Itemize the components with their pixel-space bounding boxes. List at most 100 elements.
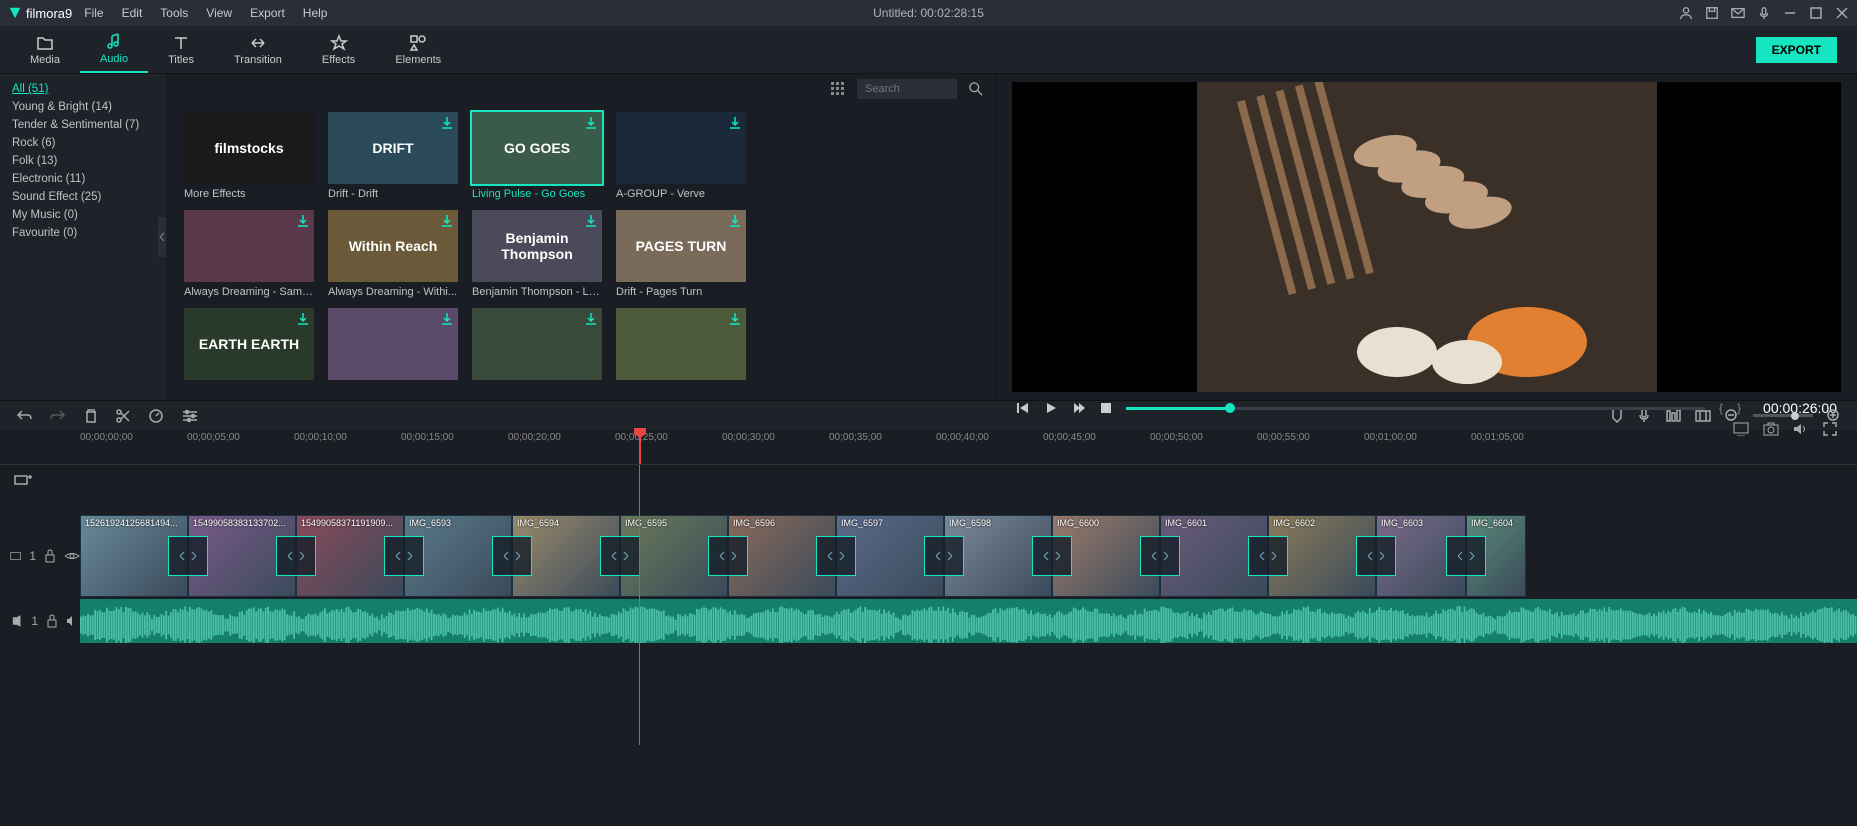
transition-marker[interactable] xyxy=(600,536,640,576)
play-button[interactable] xyxy=(1044,401,1058,415)
mixer-icon[interactable] xyxy=(1665,409,1681,423)
media-item[interactable] xyxy=(616,308,746,384)
sidebar-collapse-handle[interactable] xyxy=(158,217,166,257)
tab-audio[interactable]: Audio xyxy=(80,26,148,73)
sidebar-item[interactable]: Electronic (11) xyxy=(12,170,154,188)
project-title: Untitled: 00:02:28:15 xyxy=(873,6,984,20)
undo-icon[interactable] xyxy=(16,409,32,423)
download-icon[interactable] xyxy=(440,312,454,326)
visibility-icon[interactable] xyxy=(64,551,80,561)
media-item[interactable]: Within ReachAlways Dreaming - Withi... xyxy=(328,210,458,298)
transition-marker[interactable] xyxy=(384,536,424,576)
transition-marker[interactable] xyxy=(816,536,856,576)
grid-view-icon[interactable] xyxy=(831,82,845,96)
download-icon[interactable] xyxy=(584,214,598,228)
media-item[interactable]: A-GROUP - Verve xyxy=(616,112,746,200)
transition-marker[interactable] xyxy=(492,536,532,576)
media-item[interactable] xyxy=(328,308,458,384)
download-icon[interactable] xyxy=(728,214,742,228)
media-item[interactable]: PAGES TURNDrift - Pages Turn xyxy=(616,210,746,298)
stop-button[interactable] xyxy=(1100,402,1112,414)
sidebar-item[interactable]: My Music (0) xyxy=(12,206,154,224)
marker-icon[interactable] xyxy=(1611,408,1623,424)
media-item[interactable]: GO GOESLiving Pulse - Go Goes xyxy=(472,112,602,200)
tab-elements[interactable]: Elements xyxy=(375,26,461,73)
search-input[interactable] xyxy=(857,79,957,99)
speed-icon[interactable] xyxy=(148,408,164,424)
menu-edit[interactable]: Edit xyxy=(122,6,143,20)
media-item[interactable]: filmstocksMore Effects xyxy=(184,112,314,200)
lock-icon[interactable] xyxy=(46,614,58,628)
menu-help[interactable]: Help xyxy=(303,6,328,20)
download-icon[interactable] xyxy=(728,312,742,326)
download-icon[interactable] xyxy=(584,116,598,130)
minimize-icon[interactable] xyxy=(1783,6,1797,20)
transition-marker[interactable] xyxy=(708,536,748,576)
tab-effects[interactable]: Effects xyxy=(302,26,375,73)
media-item[interactable]: DRIFTDrift - Drift xyxy=(328,112,458,200)
adjust-icon[interactable] xyxy=(182,409,198,423)
clip-label: 15261924125681494... xyxy=(85,518,178,528)
zoom-out-icon[interactable] xyxy=(1725,409,1739,423)
audio-clip[interactable]: Living Pulse - Go Goes xyxy=(80,599,1857,643)
add-track-button[interactable] xyxy=(14,473,32,487)
sidebar-item[interactable]: Sound Effect (25) xyxy=(12,188,154,206)
delete-icon[interactable] xyxy=(84,408,98,424)
transition-marker[interactable] xyxy=(924,536,964,576)
render-icon[interactable] xyxy=(1695,410,1711,422)
tab-titles[interactable]: Titles xyxy=(148,26,214,73)
transition-marker[interactable] xyxy=(1446,536,1486,576)
transition-marker[interactable] xyxy=(1248,536,1288,576)
download-icon[interactable] xyxy=(440,116,454,130)
close-icon[interactable] xyxy=(1835,6,1849,20)
transition-marker[interactable] xyxy=(276,536,316,576)
download-icon[interactable] xyxy=(440,214,454,228)
zoom-in-icon[interactable] xyxy=(1827,409,1841,423)
timeline-ruler[interactable]: 00;00;00;0000;00;05;0000;00;10;0000;00;1… xyxy=(0,430,1857,465)
zoom-slider[interactable] xyxy=(1753,414,1813,417)
tab-transition[interactable]: Transition xyxy=(214,26,302,73)
play-forward-button[interactable] xyxy=(1072,401,1086,415)
menu-export[interactable]: Export xyxy=(250,6,285,20)
preview-progress[interactable] xyxy=(1126,407,1705,410)
media-item[interactable]: EARTH EARTH xyxy=(184,308,314,384)
sidebar-item[interactable]: Favourite (0) xyxy=(12,224,154,242)
transition-marker[interactable] xyxy=(168,536,208,576)
transition-marker[interactable] xyxy=(1140,536,1180,576)
section-tabs: MediaAudioTitlesTransition Effects Element… xyxy=(0,26,1857,74)
media-item[interactable]: Benjamin ThompsonBenjamin Thompson - Lul… xyxy=(472,210,602,298)
sidebar-item[interactable]: Tender & Sentimental (7) xyxy=(12,116,154,134)
user-icon[interactable] xyxy=(1679,6,1693,20)
split-icon[interactable] xyxy=(116,408,130,424)
sidebar-item[interactable]: Folk (13) xyxy=(12,152,154,170)
sidebar-item[interactable]: Young & Bright (14) xyxy=(12,98,154,116)
menu-file[interactable]: File xyxy=(84,6,103,20)
mail-icon[interactable] xyxy=(1731,6,1745,20)
search-icon[interactable] xyxy=(969,82,983,96)
lock-icon[interactable] xyxy=(44,549,56,563)
playhead[interactable] xyxy=(639,430,641,464)
media-item[interactable]: Always Dreaming - Same... xyxy=(184,210,314,298)
mic-icon[interactable] xyxy=(1757,6,1771,20)
tab-media[interactable]: Media xyxy=(10,26,80,73)
menu-view[interactable]: View xyxy=(206,6,232,20)
tab-label: Effects xyxy=(322,54,355,66)
download-icon[interactable] xyxy=(296,214,310,228)
prev-frame-button[interactable] xyxy=(1016,401,1030,415)
maximize-icon[interactable] xyxy=(1809,6,1823,20)
download-icon[interactable] xyxy=(728,116,742,130)
save-icon[interactable] xyxy=(1705,6,1719,20)
record-icon[interactable] xyxy=(1637,408,1651,424)
redo-icon[interactable] xyxy=(50,409,66,423)
menu-tools[interactable]: Tools xyxy=(160,6,188,20)
export-button[interactable]: EXPORT xyxy=(1756,37,1837,63)
transition-marker[interactable] xyxy=(1356,536,1396,576)
mute-icon[interactable] xyxy=(66,615,80,627)
sidebar-item[interactable]: Rock (6) xyxy=(12,134,154,152)
transition-marker[interactable] xyxy=(1032,536,1072,576)
download-icon[interactable] xyxy=(584,312,598,326)
sidebar-item[interactable]: All (51) xyxy=(12,80,154,98)
media-item[interactable] xyxy=(472,308,602,384)
download-icon[interactable] xyxy=(296,312,310,326)
thumb-text: Within Reach xyxy=(349,238,438,254)
